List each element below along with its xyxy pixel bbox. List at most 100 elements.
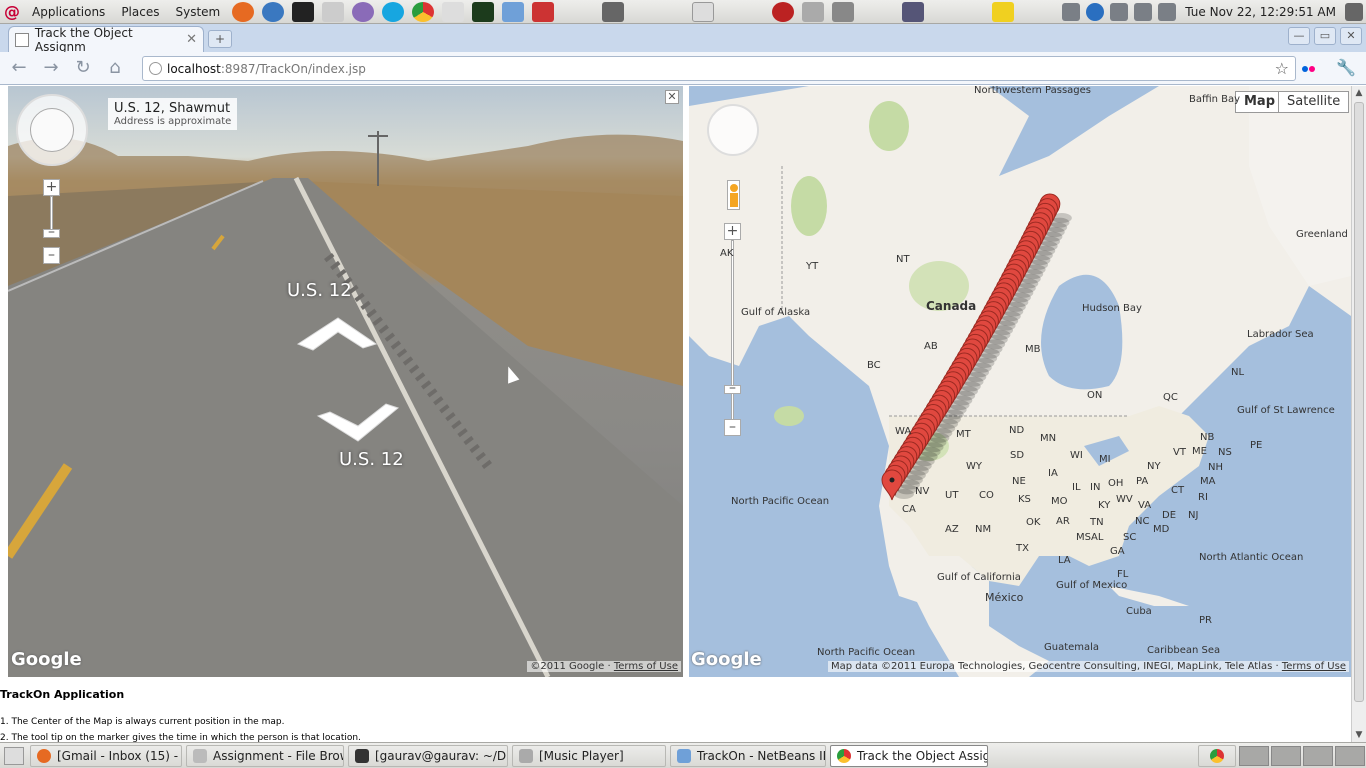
tab-close-icon[interactable]: ✕ bbox=[186, 32, 197, 47]
menu-places[interactable]: Places bbox=[113, 0, 167, 24]
netbeans-launcher-icon[interactable] bbox=[502, 1, 525, 22]
notes-launcher-icon[interactable] bbox=[322, 1, 345, 22]
streetview-pan-control[interactable] bbox=[16, 94, 88, 166]
reload-button[interactable]: ↻ bbox=[70, 55, 96, 81]
streetview-zoom-out-button[interactable]: – bbox=[43, 247, 60, 264]
workspace-3[interactable] bbox=[1303, 745, 1333, 766]
pegman-icon[interactable] bbox=[727, 180, 740, 210]
map-panel[interactable]: + – – Map Satellite Northwestern Passage… bbox=[689, 86, 1351, 677]
minimize-button[interactable]: — bbox=[1288, 27, 1310, 45]
tray-network-icon[interactable] bbox=[1062, 2, 1081, 21]
label-tn: TN bbox=[1090, 517, 1104, 528]
task-netbeans[interactable]: TrackOn - NetBeans ID... bbox=[670, 744, 826, 767]
map-copyright-text: Map data ©2011 Europa Technologies, Geoc… bbox=[831, 661, 1282, 672]
recorder-launcher-icon[interactable] bbox=[802, 1, 825, 22]
map-zoom-in-button[interactable]: + bbox=[724, 223, 741, 240]
terminal-launcher-icon[interactable] bbox=[292, 1, 315, 22]
debian-logo-icon[interactable]: @ bbox=[0, 0, 24, 24]
task-chrome[interactable]: Track the Object Assig... bbox=[830, 744, 988, 767]
menu-system[interactable]: System bbox=[167, 0, 228, 24]
map-pan-control[interactable] bbox=[707, 104, 759, 156]
label-de: DE bbox=[1162, 510, 1177, 521]
firefox-task-icon bbox=[37, 748, 51, 763]
chrome-launcher-icon[interactable] bbox=[412, 1, 435, 22]
screenshot-launcher-icon[interactable] bbox=[442, 1, 465, 22]
bookmark-star-icon[interactable]: ☆ bbox=[1275, 59, 1289, 78]
label-on: ON bbox=[1087, 390, 1103, 401]
label-qc: QC bbox=[1163, 392, 1178, 403]
scroll-thumb[interactable] bbox=[1354, 102, 1364, 702]
road-label-back[interactable]: U.S. 12 bbox=[339, 449, 404, 470]
tray-volume-icon[interactable] bbox=[1345, 2, 1363, 21]
wrench-menu-icon[interactable]: 🔧 bbox=[1336, 58, 1356, 77]
panel-clock[interactable]: Tue Nov 22, 12:29:51 AM bbox=[1179, 5, 1342, 19]
streetview-street: U.S. 12, Shawmut bbox=[114, 101, 231, 116]
label-ut: UT bbox=[945, 490, 959, 501]
maximize-button[interactable]: ▭ bbox=[1314, 27, 1336, 45]
label-wy: WY bbox=[966, 461, 982, 472]
browser-launcher-icon[interactable] bbox=[262, 1, 285, 22]
label-wa: WA bbox=[895, 426, 912, 437]
usb-launcher-icon[interactable] bbox=[692, 1, 715, 22]
map-type-satellite-button[interactable]: Satellite bbox=[1278, 91, 1350, 113]
home-button[interactable]: ⌂ bbox=[102, 55, 128, 81]
streetview-panel[interactable]: U.S. 12 U.S. 12 U.S. 12, Shawmut Address… bbox=[8, 86, 683, 677]
package-launcher-icon[interactable] bbox=[532, 1, 555, 22]
workspace-1[interactable] bbox=[1239, 745, 1269, 766]
network-launcher-icon[interactable] bbox=[902, 1, 925, 22]
pan-arrows-icon[interactable] bbox=[30, 108, 74, 152]
label-cuba: Cuba bbox=[1126, 606, 1152, 617]
map-terms-link[interactable]: Terms of Use bbox=[1282, 661, 1346, 672]
map-google-logo[interactable]: Google bbox=[691, 649, 762, 670]
scroll-down-icon[interactable]: ▼ bbox=[1352, 728, 1366, 742]
task-terminal[interactable]: [gaurav@gaurav: ~/D... bbox=[348, 744, 508, 767]
google-logo[interactable]: Google bbox=[11, 649, 82, 670]
menu-applications[interactable]: Applications bbox=[24, 0, 113, 24]
gimp-launcher-icon[interactable] bbox=[602, 1, 625, 22]
address-bar[interactable]: localhost:8987/TrackOn/index.jsp ☆ bbox=[142, 56, 1296, 81]
streetview-terms-link[interactable]: Terms of Use bbox=[614, 661, 678, 672]
tab-track-object[interactable]: Track the Object Assignm ✕ bbox=[8, 26, 204, 54]
close-window-button[interactable]: ✕ bbox=[1340, 27, 1362, 45]
media-launcher-icon[interactable] bbox=[772, 1, 795, 22]
skype-launcher-icon[interactable] bbox=[382, 1, 405, 22]
workspace-2[interactable] bbox=[1271, 745, 1301, 766]
page-scrollbar[interactable]: ▲ ▼ bbox=[1351, 86, 1366, 742]
top-panel: @ Applications Places System Tue Nov 22,… bbox=[0, 0, 1366, 24]
tray-clipboard-icon[interactable] bbox=[1134, 2, 1153, 21]
sticky-note-launcher-icon[interactable] bbox=[992, 1, 1015, 22]
map-zoom-thumb[interactable]: – bbox=[724, 381, 741, 395]
back-button[interactable]: ← bbox=[6, 55, 32, 81]
tray-search-icon[interactable] bbox=[1110, 2, 1129, 21]
tray-accessibility-icon[interactable] bbox=[1086, 2, 1105, 21]
system-monitor-launcher-icon[interactable] bbox=[472, 1, 495, 22]
road-label-forward[interactable]: U.S. 12 bbox=[287, 280, 352, 301]
streetview-close-button[interactable]: ✕ bbox=[665, 90, 679, 104]
map-type-map-button[interactable]: Map bbox=[1235, 91, 1285, 113]
film-launcher-icon[interactable] bbox=[832, 1, 855, 22]
page-info-icon[interactable] bbox=[149, 62, 162, 75]
label-co: CO bbox=[979, 490, 994, 501]
task-file-browser[interactable]: Assignment - File Brow... bbox=[186, 744, 344, 767]
task-gmail[interactable]: [Gmail - Inbox (15) - ga... bbox=[30, 744, 182, 767]
scroll-up-icon[interactable]: ▲ bbox=[1352, 86, 1366, 100]
streetview-zoom-in-button[interactable]: + bbox=[43, 179, 60, 196]
label-me: ME bbox=[1192, 446, 1207, 457]
tray-chrome[interactable] bbox=[1198, 744, 1236, 767]
label-ks: KS bbox=[1018, 494, 1031, 505]
forward-button[interactable]: → bbox=[38, 55, 64, 81]
task-music-player[interactable]: [Music Player] bbox=[512, 744, 666, 767]
label-gulf-st-lawrence: Gulf of St Lawrence bbox=[1237, 405, 1335, 416]
map-zoom-out-button[interactable]: – bbox=[724, 419, 741, 436]
tray-printer-icon[interactable] bbox=[1158, 2, 1177, 21]
show-desktop-icon[interactable] bbox=[4, 746, 24, 765]
new-tab-button[interactable]: + bbox=[208, 30, 232, 48]
pidgin-launcher-icon[interactable] bbox=[352, 1, 375, 22]
label-ak: AK bbox=[720, 248, 734, 259]
flickr-extension-icon[interactable] bbox=[1302, 61, 1318, 73]
task-label: Assignment - File Brow... bbox=[213, 748, 343, 763]
firefox-launcher-icon[interactable] bbox=[232, 1, 255, 22]
streetview-zoom-thumb[interactable]: – bbox=[43, 225, 60, 239]
info-section: TrackOn Application 1. The Center of the… bbox=[0, 688, 1351, 742]
workspace-4[interactable] bbox=[1335, 745, 1365, 766]
